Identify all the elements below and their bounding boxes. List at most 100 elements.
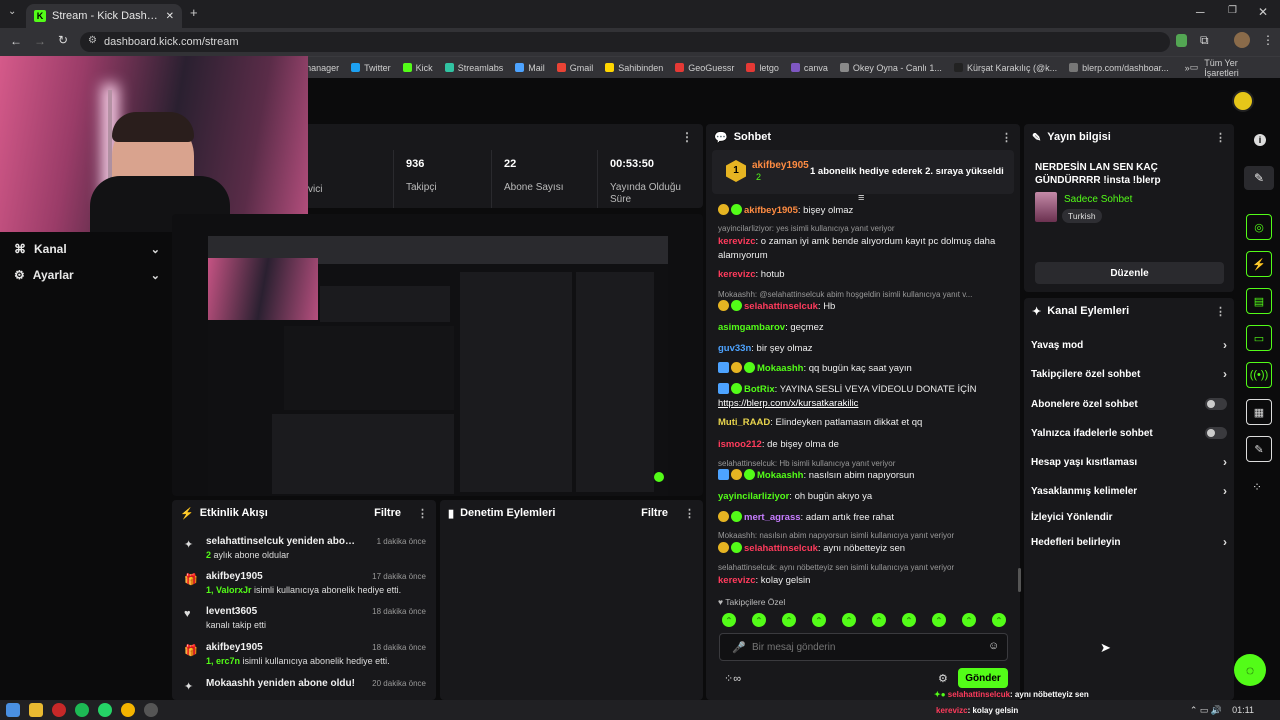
channel-action-item[interactable]: İzleyici Yönlendir [1031,510,1227,524]
bookmark-item[interactable]: Kürşat Karakılıç (@k... [953,63,1057,73]
activity-event[interactable]: 🎁 akifbey1905 18 dakika önce 1, erc7n isiml… [184,642,426,666]
spotify-icon[interactable] [75,703,89,717]
chat-gear-icon[interactable]: ⚙ [938,672,948,685]
tab-close-icon[interactable]: ✕ [166,11,174,22]
chat-username[interactable]: asimgambarov [718,322,785,333]
emote-icon[interactable]: ᵔ [752,613,766,627]
toggle-switch[interactable] [1205,427,1227,439]
activity-event[interactable]: 🎁 akifbey1905 17 dakika önce 1, ValorxJr is… [184,571,426,595]
bookmark-item[interactable]: Gmail [556,63,593,73]
site-info-icon[interactable]: ⚙ [88,35,97,46]
stream-info-menu-icon[interactable]: ⋮ [1215,131,1226,144]
channel-actions-menu-icon[interactable]: ⋮ [1215,305,1226,318]
bookmark-item[interactable]: Streamlabs [444,63,503,73]
chat-username[interactable]: mert_agrass [744,512,801,523]
chat-username[interactable]: guv33n [718,343,751,354]
browser-tab[interactable]: K Stream - Kick Dashboard ✕ [26,4,182,28]
chat-link[interactable]: https://blerp.com/x/kursatkarakilic [718,397,1018,411]
extensions-puzzle-icon[interactable]: ⧉ [1200,33,1209,48]
activity-menu-icon[interactable]: ⋮ [417,507,428,520]
toggle-switch[interactable] [1205,398,1227,410]
chat-username[interactable]: kerevizc [718,269,756,280]
bookmark-item[interactable]: GeoGuessr [675,63,734,73]
bookmark-item[interactable]: blerp.com/dashboar... [1069,63,1169,73]
bookmark-item[interactable]: letgo [746,63,779,73]
tray-icons[interactable]: ⌃ ▭ 🔊 [1190,705,1222,716]
activity-event[interactable]: ✦ Mokaashh yeniden abone oldu! 20 dakika ö… [184,678,426,693]
emote-icon[interactable]: ᵔ [872,613,886,627]
nav-ayarlar[interactable]: ⚙ Ayarlar ⌄ [14,268,160,282]
tab-search-icon[interactable]: ⌄ [8,6,16,17]
url-field[interactable]: dashboard.kick.com/stream [80,32,1170,52]
emote-icon[interactable]: ᵔ [842,613,856,627]
stream-category[interactable]: Sadece Sohbet [1064,194,1132,205]
user-avatar[interactable] [1232,90,1254,112]
bookmark-item[interactable]: Twitter [351,63,391,73]
notes-widget-icon[interactable]: ▤ [1246,288,1272,314]
bolt-widget-icon[interactable]: ⚡ [1246,251,1272,277]
help-chat-icon[interactable]: ◌ [1234,654,1266,686]
app-icon[interactable] [52,703,66,717]
chat-widget-icon[interactable]: ▭ [1246,325,1272,351]
moderation-filter-button[interactable]: Filtre [641,507,668,519]
chat-menu-icon[interactable]: ⋮ [1001,131,1012,144]
channel-action-item[interactable]: Yasaklanmış kelimeler › [1031,484,1227,498]
channel-action-item[interactable]: Hesap yaşı kısıtlaması › [1031,455,1227,469]
chat-scrollbar[interactable] [1018,568,1021,592]
back-icon[interactable]: ← [10,34,22,48]
window-close-icon[interactable]: ✕ [1258,5,1268,19]
channel-action-item[interactable]: Hedefleri belirleyin › [1031,535,1227,549]
bookmark-item[interactable]: Okey Oyna - Canlı 1... [839,63,942,73]
microphone-icon[interactable]: 🎤 [732,641,746,654]
browser-menu-icon[interactable]: ⋮ [1262,33,1274,47]
channel-action-item[interactable]: Abonelere özel sohbet [1031,397,1227,411]
stats-menu-icon[interactable]: ⋮ [681,130,693,144]
chat-username[interactable]: selahattinselcuk [744,543,818,554]
chat-username[interactable]: BotRix [744,384,775,395]
pin-toggle-icon[interactable]: ≡ [858,192,864,204]
chat-username[interactable]: akifbey1905 [744,205,798,216]
pinned-user[interactable]: akifbey1905 [752,160,809,171]
minimize-icon[interactable]: ─ [1196,5,1205,19]
chat-username[interactable]: kerevizc [718,575,756,586]
activity-filter-button[interactable]: Filtre [374,507,401,519]
chat-username[interactable]: yayincilarliziyor [718,491,789,502]
emote-icon[interactable]: ᵔ [902,613,916,627]
channel-action-item[interactable]: Takipçilere özel sohbet › [1031,367,1227,381]
channel-action-item[interactable]: Yavaş mod › [1031,338,1227,352]
chat-username[interactable]: Mokaashh [757,470,803,481]
emote-icon[interactable]: ᵔ [782,613,796,627]
chat-settings-dots-icon[interactable]: ⁘∞ [724,672,741,685]
edit-mode-icon[interactable]: ✎ [1244,166,1274,190]
broadcast-widget-icon[interactable]: ((•)) [1246,362,1272,388]
chat-username[interactable]: kerevizc [718,236,756,247]
extension-shield-icon[interactable] [1176,34,1187,47]
emote-icon[interactable]: ᵔ [932,613,946,627]
emote-icon[interactable]: ᵔ [992,613,1006,627]
chat-username[interactable]: Muti_RAAD [718,417,770,428]
nav-kanal[interactable]: ⌘ Kanal ⌄ [14,242,160,256]
edit-stream-info-button[interactable]: Düzenle [1035,262,1224,284]
send-button[interactable]: Gönder [958,668,1008,688]
maximize-icon[interactable]: ❐ [1228,5,1237,16]
chat-username[interactable]: ismoo212 [718,439,762,450]
tools-widget-icon[interactable]: ✎ [1246,436,1272,462]
chat-username[interactable]: selahattinselcuk [744,301,818,312]
layout-widget-icon[interactable]: ▦ [1246,399,1272,425]
all-bookmarks[interactable]: ▭ Tüm Yer İşaretleri [1190,58,1272,78]
profile-avatar[interactable] [1234,32,1250,48]
activity-event[interactable]: ✦ selahattinselcuk yeniden abone oldu! 1 d… [184,536,426,560]
info-icon[interactable]: i [1254,134,1266,146]
bookmark-item[interactable]: canva [790,63,828,73]
file-explorer-icon[interactable] [29,703,43,717]
start-icon[interactable] [6,703,20,717]
moderation-menu-icon[interactable]: ⋮ [684,507,695,520]
reload-icon[interactable]: ↻ [58,33,68,47]
chat-message-input[interactable] [752,639,982,655]
emote-icon[interactable]: ᵔ [722,613,736,627]
new-tab-icon[interactable]: + [190,5,198,20]
forward-icon[interactable]: → [34,34,46,48]
bookmark-item[interactable]: Kick [402,63,433,73]
more-widgets-icon[interactable]: ⁘ [1252,480,1262,494]
obs-icon[interactable] [144,703,158,717]
